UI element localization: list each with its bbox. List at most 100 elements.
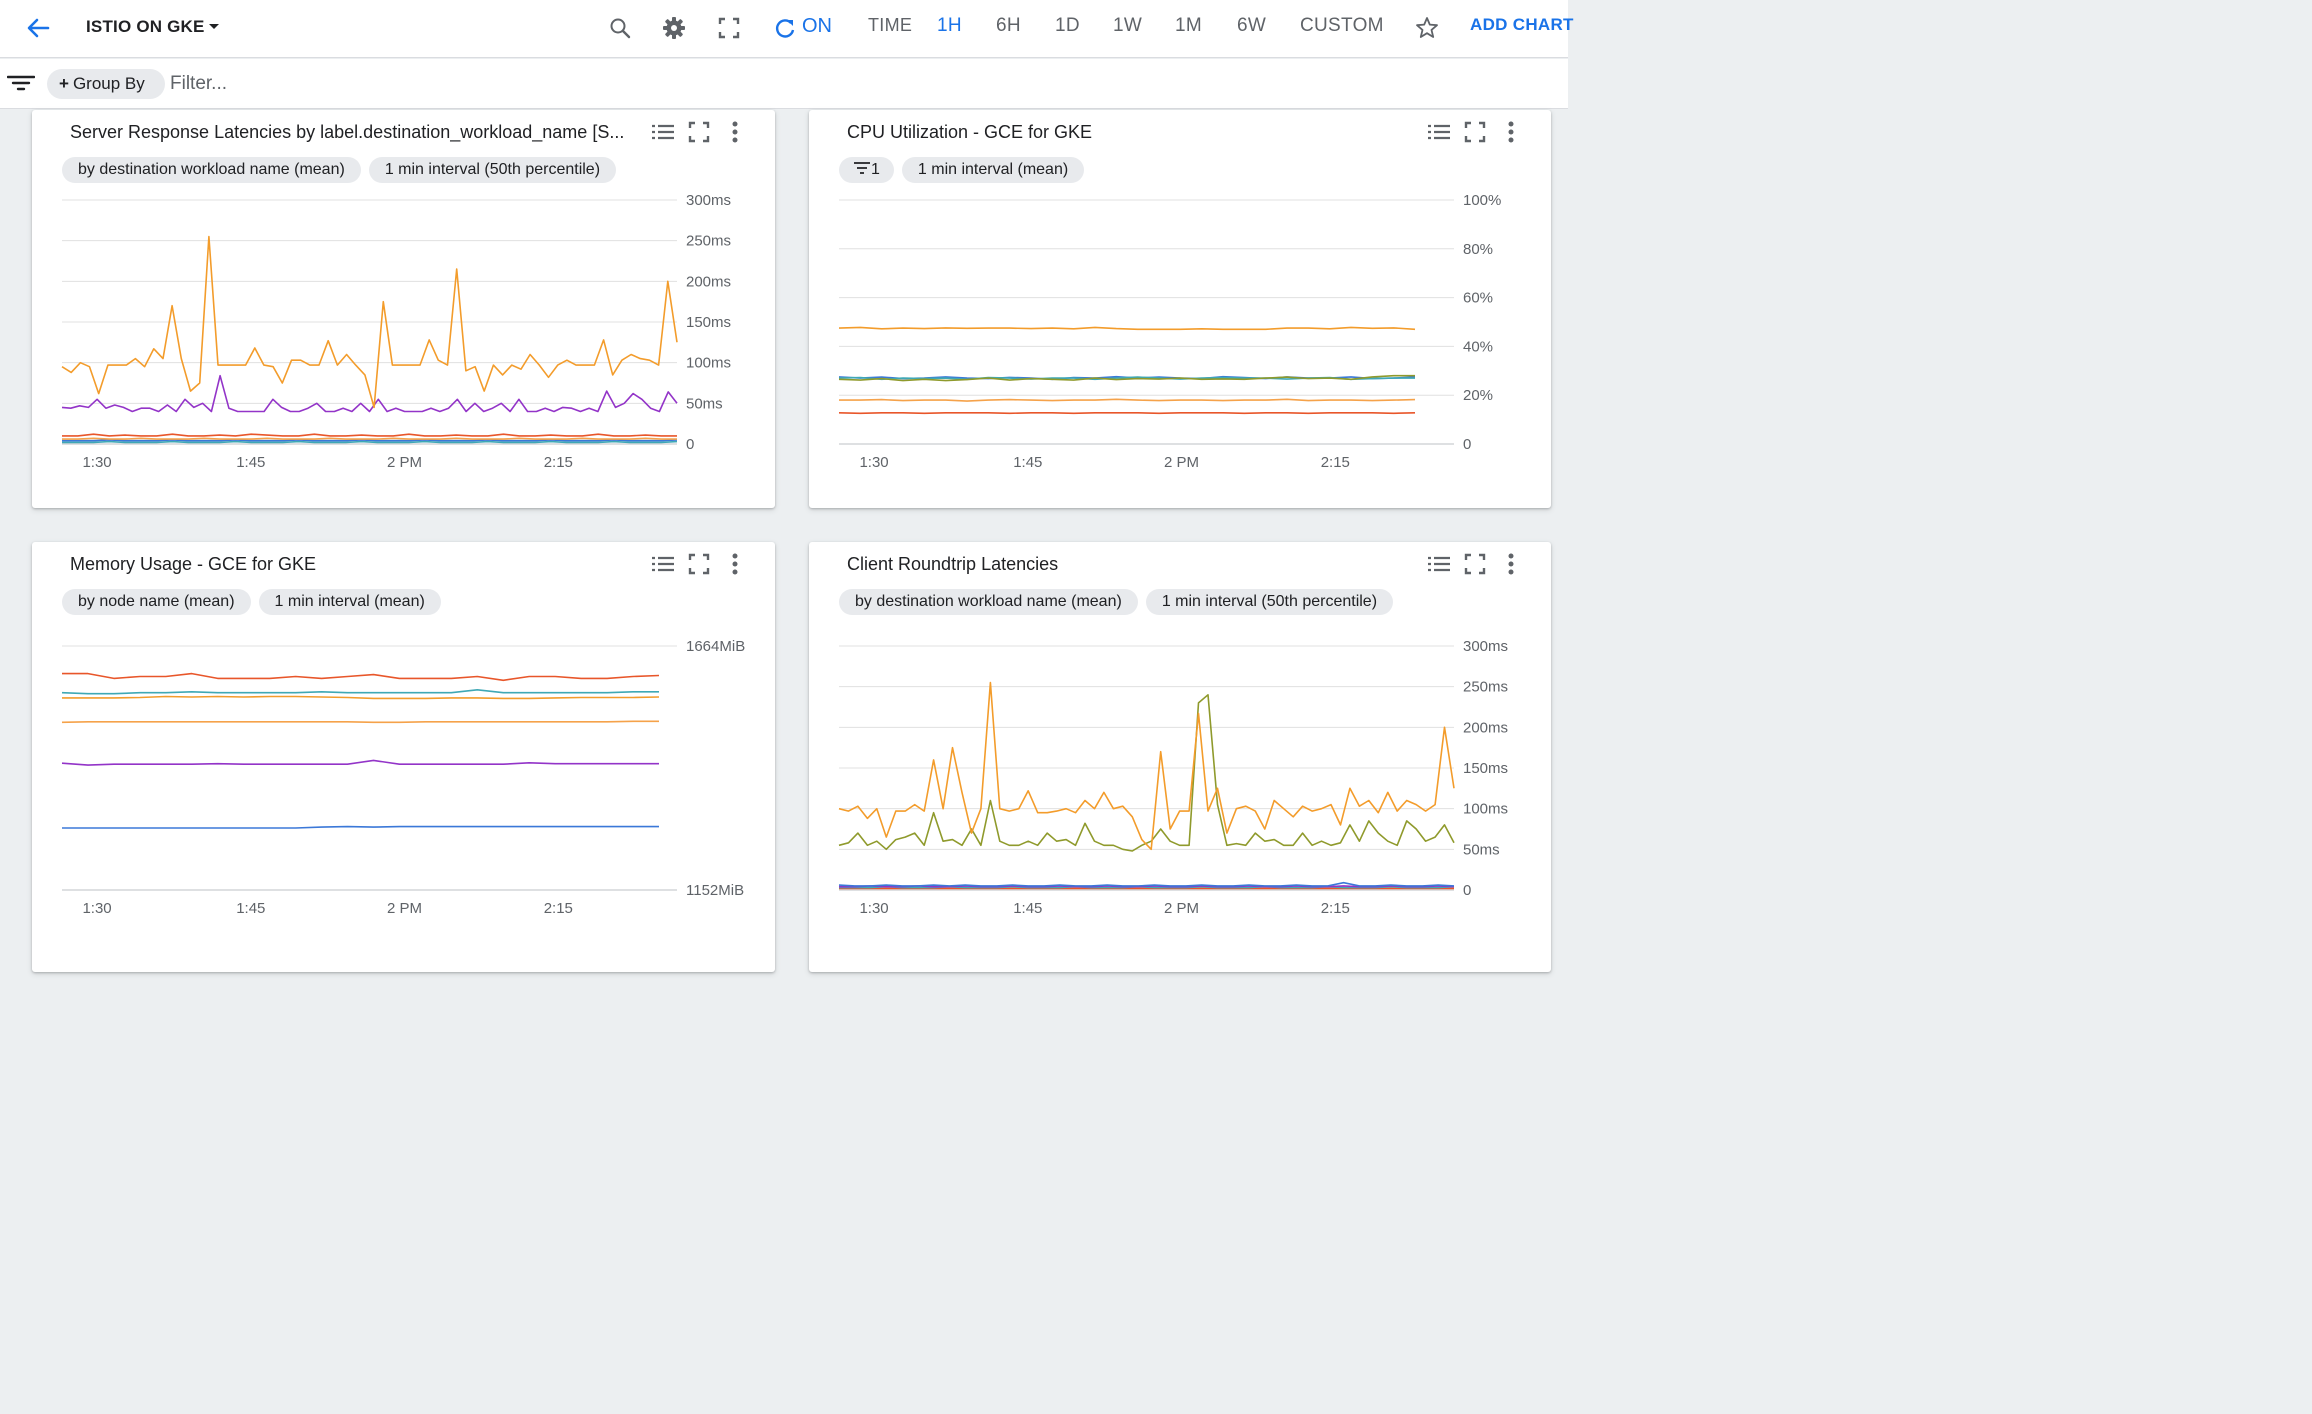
legend-list-icon[interactable] <box>649 118 677 146</box>
series-line[interactable] <box>61 689 659 695</box>
auto-refresh-icon[interactable] <box>770 14 800 44</box>
auto-refresh-toggle[interactable]: ON <box>802 15 832 38</box>
aggregation-chip[interactable]: by node name (mean) <box>62 589 251 615</box>
series-line[interactable] <box>62 433 677 437</box>
x-tick-label: 2:15 <box>1321 900 1350 917</box>
dropdown-caret-icon[interactable] <box>207 18 221 36</box>
y-tick-label: 100ms <box>1463 801 1508 818</box>
line-chart: 0 50ms 100ms 150ms 200ms 250ms 300ms 1:30 1:45 2 … <box>61 192 731 471</box>
expand-chart-icon[interactable] <box>1461 550 1489 578</box>
range-1m[interactable]: 1M <box>1175 15 1202 37</box>
card-title: Server Response Latencies by label.desti… <box>70 122 625 142</box>
card-title: Client Roundtrip Latencies <box>847 554 1059 574</box>
x-tick-label: 2 PM <box>1164 454 1199 471</box>
series-line[interactable] <box>62 439 678 442</box>
aggregation-chip[interactable]: by destination workload name (mean) <box>839 589 1138 615</box>
range-1d[interactable]: 1D <box>1055 15 1080 37</box>
more-vert-icon[interactable] <box>721 118 749 146</box>
series-line[interactable] <box>838 326 1416 331</box>
legend-list-icon[interactable] <box>1425 118 1453 146</box>
series-line[interactable] <box>838 881 1455 887</box>
y-tick-label: 300ms <box>686 192 731 209</box>
series-line[interactable] <box>62 437 677 440</box>
filter-bar: + Group By <box>0 59 1568 109</box>
filter-list-icon <box>854 162 870 174</box>
y-tick-label: 50ms <box>1463 841 1500 858</box>
y-tick-label: 20% <box>1463 387 1493 404</box>
series-line[interactable] <box>839 398 1416 402</box>
dashboard-title[interactable]: ISTIO ON GKE <box>86 17 205 37</box>
top-toolbar: ISTIO ON GKE ON TIME 1H 6H 1D 1W 1M 6W C… <box>0 0 1573 58</box>
range-6h[interactable]: 6H <box>996 15 1021 37</box>
range-custom[interactable]: CUSTOM <box>1300 15 1384 37</box>
y-tick-label: 1664MiB <box>686 638 745 655</box>
y-tick-label: 300ms <box>1463 638 1508 655</box>
series-line[interactable] <box>62 825 659 829</box>
star-icon[interactable] <box>1412 13 1442 43</box>
series-line[interactable] <box>62 695 660 700</box>
x-tick-label: 2 PM <box>1164 900 1199 917</box>
range-1w[interactable]: 1W <box>1113 15 1142 37</box>
y-tick-label: 200ms <box>686 273 731 290</box>
interval-chip[interactable]: 1 min interval (50th percentile) <box>1145 589 1394 615</box>
x-tick-label: 2:15 <box>544 900 573 917</box>
y-tick-label: 150ms <box>686 314 731 331</box>
range-1h[interactable]: 1H <box>937 15 962 37</box>
series-line[interactable] <box>62 672 660 682</box>
add-chart-button[interactable]: ADD CHART <box>1470 15 1574 35</box>
x-tick-label: 1:45 <box>1013 900 1042 917</box>
filter-count-chip[interactable]: 1 <box>839 157 894 183</box>
line-chart: 0 50ms 100ms 150ms 200ms 250ms 300ms 1:30 1:45 2 … <box>838 638 1508 917</box>
series-line[interactable] <box>838 681 1455 851</box>
interval-chip[interactable]: 1 min interval (mean) <box>258 589 441 615</box>
time-label: TIME <box>868 15 913 35</box>
y-tick-label: 1152MiB <box>686 882 744 899</box>
y-tick-label: 60% <box>1463 290 1493 307</box>
chart-card-memory: Memory Usage - GCE for GKE by node name … <box>32 542 775 972</box>
expand-chart-icon[interactable] <box>685 118 713 146</box>
series-line[interactable] <box>838 412 1416 415</box>
y-tick-label: 250ms <box>1463 679 1508 696</box>
interval-chip[interactable]: 1 min interval (50th percentile) <box>368 157 617 183</box>
aggregation-chip[interactable]: by destination workload name (mean) <box>62 157 361 183</box>
filter-list-icon[interactable] <box>7 71 35 95</box>
x-tick-label: 1:30 <box>82 454 111 471</box>
y-tick-label: 250ms <box>686 233 731 250</box>
y-tick-label: 100% <box>1463 192 1501 209</box>
chip-row: by node name (mean) 1 min interval (mean) <box>62 589 449 615</box>
more-vert-icon[interactable] <box>721 550 749 578</box>
legend-list-icon[interactable] <box>649 550 677 578</box>
filter-count: 1 <box>871 161 880 178</box>
range-6w[interactable]: 6W <box>1237 15 1266 37</box>
chip-row: by destination workload name (mean) 1 min… <box>839 589 1401 615</box>
expand-chart-icon[interactable] <box>685 550 713 578</box>
x-tick-label: 1:30 <box>859 900 888 917</box>
chip-row: 1 1 min interval (mean) <box>839 157 1092 183</box>
chart-card-client-latency: Client Roundtrip Latencies by destinatio… <box>809 542 1551 972</box>
more-vert-icon[interactable] <box>1497 550 1525 578</box>
card-title: CPU Utilization - GCE for GKE <box>847 122 1093 142</box>
search-icon[interactable] <box>605 13 635 43</box>
line-chart: 0 20% 40% 60% 80% 100% 1:30 1:45 2 PM 2:15 <box>838 192 1501 471</box>
x-tick-label: 2 PM <box>387 900 422 917</box>
y-tick-label: 200ms <box>1463 719 1508 736</box>
gear-icon[interactable] <box>659 13 689 43</box>
chart-card-server-latency: Server Response Latencies by label.desti… <box>32 110 775 508</box>
interval-chip[interactable]: 1 min interval (mean) <box>901 157 1085 183</box>
series-line[interactable] <box>61 720 659 724</box>
legend-list-icon[interactable] <box>1425 550 1453 578</box>
expand-chart-icon[interactable] <box>1461 118 1489 146</box>
back-arrow-icon[interactable] <box>22 12 54 44</box>
fullscreen-icon[interactable] <box>714 13 744 43</box>
x-tick-label: 1:45 <box>1013 454 1042 471</box>
x-tick-label: 1:30 <box>859 454 888 471</box>
filter-input[interactable] <box>170 71 570 97</box>
x-tick-label: 2:15 <box>544 454 573 471</box>
y-tick-label: 40% <box>1463 338 1493 355</box>
line-chart: 1152MiB 1664MiB 1:30 1:45 2 PM 2:15 <box>61 638 745 917</box>
more-vert-icon[interactable] <box>1497 118 1525 146</box>
chart-card-cpu: CPU Utilization - GCE for GKE 1 1 min int… <box>809 110 1551 508</box>
group-by-button[interactable]: + Group By <box>47 69 165 99</box>
series-line[interactable] <box>62 440 678 444</box>
series-line[interactable] <box>61 759 659 766</box>
